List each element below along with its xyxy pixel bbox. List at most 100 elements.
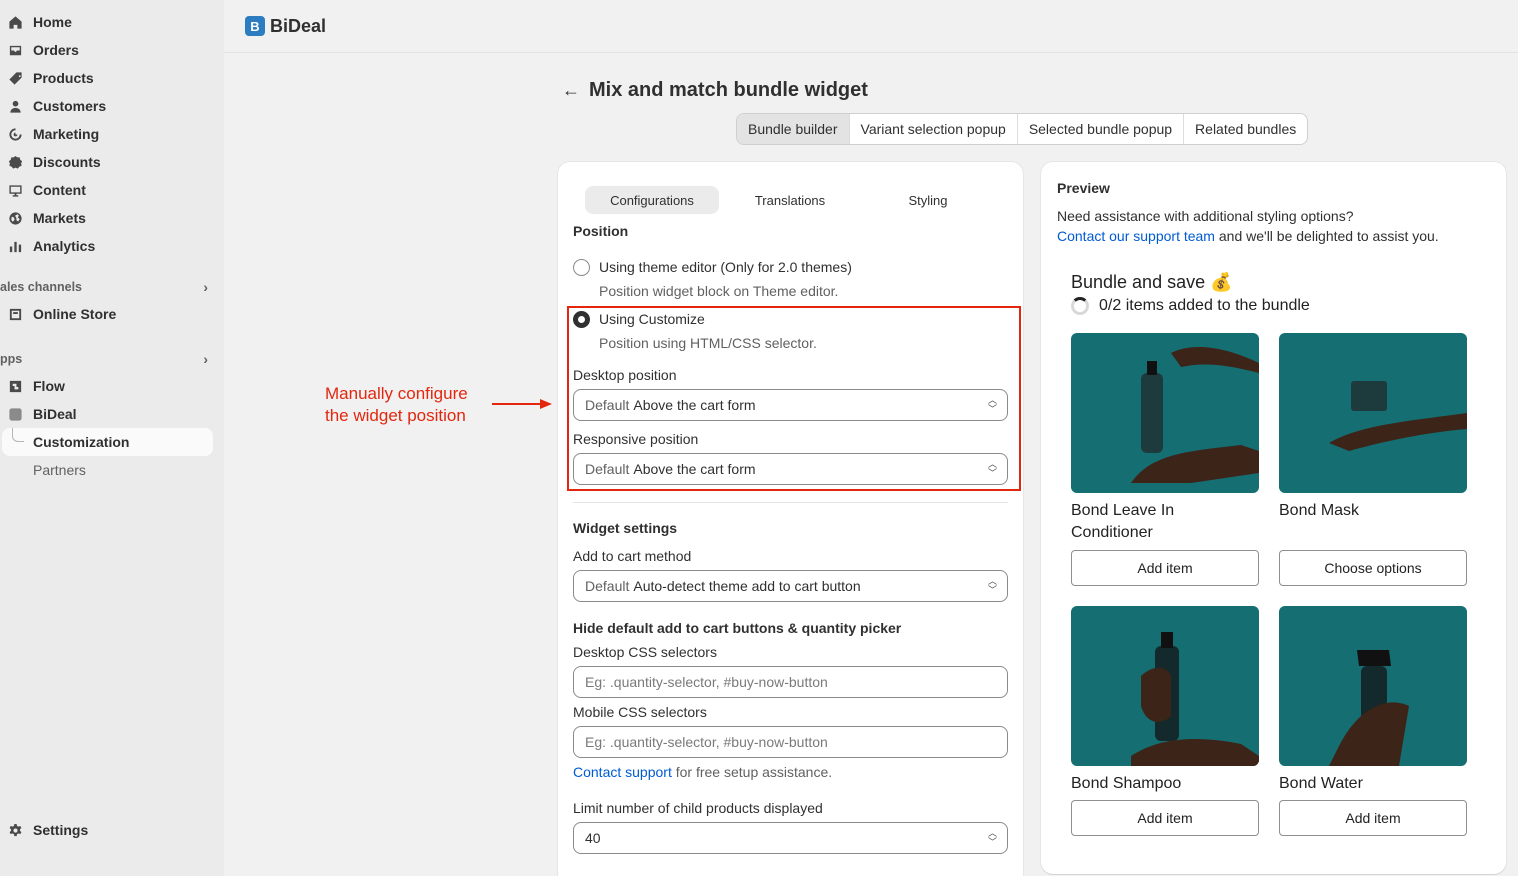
sidebar-item-settings[interactable]: Settings <box>0 817 88 843</box>
tab-variant-selection-popup[interactable]: Variant selection popup <box>850 114 1018 144</box>
sidebar-item-content[interactable]: Content <box>0 177 86 203</box>
sidebar-item-discounts[interactable]: Discounts <box>0 149 101 175</box>
tab-related-bundles[interactable]: Related bundles <box>1184 114 1307 144</box>
sidebar-item-label: Home <box>33 14 72 30</box>
add-item-button[interactable]: Add item <box>1279 800 1467 836</box>
sales-channels-section[interactable]: ales channels › <box>0 279 212 295</box>
select-value: Above the cart form <box>633 461 756 477</box>
product-image[interactable] <box>1279 606 1467 766</box>
sidebar: Home Orders Products Customers Marketing… <box>0 0 224 876</box>
subtab-configurations[interactable]: Configurations <box>585 186 719 214</box>
sidebar-item-orders[interactable]: Orders <box>0 37 79 63</box>
bideal-app-icon <box>7 406 23 422</box>
sidebar-item-customers[interactable]: Customers <box>0 93 106 119</box>
annotation-line: Manually configure <box>325 384 468 403</box>
desktop-css-input[interactable] <box>573 666 1008 698</box>
product-name: Bond Shampoo <box>1071 775 1182 792</box>
product-image[interactable] <box>1279 333 1467 493</box>
limit-label: Limit number of child products displayed <box>573 800 823 816</box>
add-to-cart-label: Add to cart method <box>573 548 692 564</box>
responsive-position-label: Responsive position <box>573 431 699 447</box>
bundle-progress: 0/2 items added to the bundle <box>1071 297 1310 315</box>
sidebar-item-bideal[interactable]: BiDeal <box>0 401 77 427</box>
back-arrow-icon[interactable]: ← <box>562 80 580 101</box>
bundle-title: Bundle and save 💰 <box>1071 272 1233 292</box>
sidebar-item-label: Content <box>33 182 86 198</box>
sidebar-item-marketing[interactable]: Marketing <box>0 121 99 147</box>
radio-using-customize[interactable] <box>573 311 590 328</box>
radio-theme-editor-help: Position widget block on Theme editor. <box>599 283 839 299</box>
preview-title: Preview <box>1057 180 1110 196</box>
limit-stepper[interactable]: 40 ︿ ﹀ <box>573 822 1008 854</box>
select-value: Auto-detect theme add to cart button <box>633 578 861 594</box>
radio-using-customize-help: Position using HTML/CSS selector. <box>599 335 817 351</box>
sidebar-item-flow[interactable]: Flow <box>0 373 65 399</box>
bideal-logo: B <box>245 16 265 36</box>
add-item-button[interactable]: Add item <box>1071 550 1259 586</box>
sidebar-item-products[interactable]: Products <box>0 65 94 91</box>
contact-support-text: Contact support for free setup assistanc… <box>573 764 832 780</box>
add-to-cart-select[interactable]: Default Auto-detect theme add to cart bu… <box>573 570 1008 602</box>
support-rest: and we'll be delighted to assist you. <box>1218 228 1439 244</box>
add-item-button[interactable]: Add item <box>1071 800 1259 836</box>
chevron-right-icon: › <box>203 351 208 367</box>
select-caret-icon: ︿ ﹀ <box>987 459 997 478</box>
stepper-caret-icon[interactable]: ︿ ﹀ <box>988 829 997 847</box>
support-team-link[interactable]: Contact our support team <box>1057 228 1215 244</box>
contact-support-rest: for free setup assistance. <box>675 764 833 780</box>
sidebar-item-partners[interactable]: Partners <box>33 457 86 483</box>
bundle-progress-text: 0/2 items added to the bundle <box>1099 297 1310 314</box>
apps-section[interactable]: pps › <box>0 351 212 367</box>
globe-icon <box>7 210 23 226</box>
position-heading: Position <box>573 223 629 239</box>
hide-buttons-heading: Hide default add to cart buttons & quant… <box>573 620 902 636</box>
radio-using-customize-label[interactable]: Using Customize <box>599 311 705 327</box>
sidebar-item-label: Flow <box>33 378 65 394</box>
sidebar-item-label: Products <box>33 70 94 86</box>
sidebar-item-label: Analytics <box>33 238 96 254</box>
sidebar-item-markets[interactable]: Markets <box>0 205 86 231</box>
gear-icon <box>7 822 23 838</box>
page-title: Mix and match bundle widget <box>589 79 868 101</box>
select-prefix: Default <box>585 397 630 413</box>
radio-theme-editor-label[interactable]: Using theme editor (Only for 2.0 themes) <box>599 259 852 275</box>
sidebar-item-label: Online Store <box>33 306 117 322</box>
subtab-styling[interactable]: Styling <box>861 186 995 214</box>
radio-theme-editor[interactable] <box>573 259 590 276</box>
sidebar-item-label: Partners <box>33 462 86 478</box>
configuration-card: Configurations Translations Styling Posi… <box>558 162 1023 876</box>
bar-chart-icon <box>7 238 23 254</box>
sidebar-item-customization[interactable]: Customization <box>33 429 129 455</box>
product-name: Bond Leave In Conditioner <box>1071 502 1175 541</box>
sidebar-item-analytics[interactable]: Analytics <box>0 233 95 259</box>
app-title: BiDeal <box>270 15 327 36</box>
choose-options-button[interactable]: Choose options <box>1279 550 1467 586</box>
section-label: ales channels <box>0 280 82 294</box>
mobile-css-input[interactable] <box>573 726 1008 758</box>
tab-selected-bundle-popup[interactable]: Selected bundle popup <box>1018 114 1185 144</box>
sub-item-connector <box>12 428 24 442</box>
responsive-position-select[interactable]: Default Above the cart form ︿ ﹀ <box>573 453 1008 485</box>
contact-support-link[interactable]: Contact support <box>573 764 672 780</box>
tab-bundle-builder[interactable]: Bundle builder <box>737 114 850 144</box>
product-image[interactable] <box>1071 333 1259 493</box>
flow-icon <box>7 378 23 394</box>
section-divider <box>573 502 1008 503</box>
select-caret-icon: ︿ ﹀ <box>987 576 997 595</box>
product-image[interactable] <box>1071 606 1259 766</box>
limit-value: 40 <box>585 830 601 846</box>
desktop-position-select[interactable]: Default Above the cart form ︿ ﹀ <box>573 389 1008 421</box>
sidebar-item-label: Customers <box>33 98 107 114</box>
preview-support-line: Contact our support team and we'll be de… <box>1057 228 1439 244</box>
select-prefix: Default <box>585 461 630 477</box>
person-icon <box>7 98 23 114</box>
sidebar-item-label: Settings <box>33 822 89 838</box>
main-tabs: Bundle builder Variant selection popup S… <box>736 113 1309 145</box>
sidebar-item-online-store[interactable]: Online Store <box>0 301 116 327</box>
subtab-translations[interactable]: Translations <box>723 186 857 214</box>
content-icon <box>7 182 23 198</box>
sidebar-item-home[interactable]: Home <box>0 9 72 35</box>
config-subtabs: Configurations Translations Styling <box>585 186 999 214</box>
annotation-arrow-icon <box>492 399 552 409</box>
sidebar-item-label: BiDeal <box>33 406 77 422</box>
